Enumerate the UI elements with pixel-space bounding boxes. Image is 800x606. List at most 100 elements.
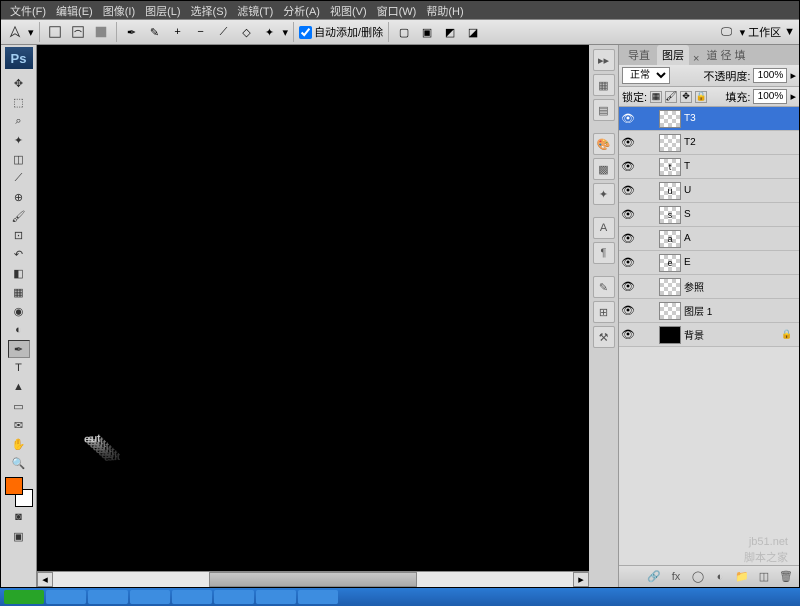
move-tool[interactable]: ✥ bbox=[8, 74, 30, 92]
layer-thumbnail[interactable]: s bbox=[659, 206, 681, 224]
layer-name[interactable]: 图层 1 bbox=[684, 303, 778, 318]
path-exclude-icon[interactable]: ◪ bbox=[463, 22, 483, 42]
styles-panel-icon[interactable]: ✦ bbox=[593, 183, 615, 205]
gradient-tool[interactable]: ▦ bbox=[8, 283, 30, 301]
auto-add-delete-checkbox[interactable]: 自动添加/删除 bbox=[299, 24, 383, 40]
foreground-color-swatch[interactable] bbox=[5, 477, 23, 495]
document-canvas[interactable]: tuse bbox=[37, 45, 589, 571]
type-tool[interactable]: T bbox=[8, 359, 30, 377]
visibility-icon[interactable]: 👁 bbox=[619, 112, 637, 125]
workspace-dropdown[interactable]: 工作区 bbox=[748, 24, 781, 40]
tab-channels-paths[interactable]: 道 径 填 bbox=[701, 45, 750, 65]
scroll-right-icon[interactable]: ▸ bbox=[573, 572, 589, 587]
lock-transparency-icon[interactable]: ▦ bbox=[650, 91, 662, 103]
clone-source-panel-icon[interactable]: ⊞ bbox=[593, 301, 615, 323]
crop-tool[interactable]: ◫ bbox=[8, 150, 30, 168]
layer-row[interactable]: 👁T2 bbox=[619, 131, 799, 155]
fill-pixels-icon[interactable] bbox=[91, 22, 111, 42]
expand-dock-icon[interactable]: ▸▸ bbox=[593, 49, 615, 71]
visibility-icon[interactable]: 👁 bbox=[619, 256, 637, 269]
path-intersect-icon[interactable]: ◩ bbox=[440, 22, 460, 42]
taskbar-item[interactable] bbox=[256, 590, 296, 604]
magic-wand-tool[interactable]: ✦ bbox=[8, 131, 30, 149]
scroll-track[interactable] bbox=[53, 572, 573, 587]
layer-name[interactable]: T3 bbox=[684, 113, 778, 124]
menu-file[interactable]: 文件(F) bbox=[5, 3, 51, 17]
paths-icon[interactable] bbox=[68, 22, 88, 42]
lock-position-icon[interactable]: ✥ bbox=[680, 91, 692, 103]
layer-name[interactable]: 背景 bbox=[684, 327, 778, 342]
layer-row[interactable]: 👁背景🔒 bbox=[619, 323, 799, 347]
blur-tool[interactable]: ◉ bbox=[8, 302, 30, 320]
custom-shape-icon[interactable]: ✦ bbox=[260, 22, 280, 42]
dropdown-arrow-icon[interactable]: ▾ bbox=[740, 26, 746, 39]
start-button[interactable] bbox=[4, 590, 44, 604]
swatches-panel-icon[interactable]: ▩ bbox=[593, 158, 615, 180]
pen-tool[interactable]: ✒ bbox=[8, 340, 30, 358]
paragraph-panel-icon[interactable]: ¶ bbox=[593, 242, 615, 264]
workspace-arrow-icon[interactable]: ▼ bbox=[784, 26, 795, 38]
brush-tool[interactable]: 🖌 bbox=[8, 207, 30, 225]
visibility-icon[interactable]: 👁 bbox=[619, 208, 637, 221]
adjustment-layer-icon[interactable]: ◐ bbox=[711, 569, 729, 585]
layer-row[interactable]: 👁 sS bbox=[619, 203, 799, 227]
dropdown-arrow-icon[interactable]: ▾ bbox=[28, 26, 34, 39]
path-subtract-icon[interactable]: ▣ bbox=[417, 22, 437, 42]
layer-thumbnail[interactable]: u bbox=[659, 182, 681, 200]
screen-mode-tool[interactable]: ▣ bbox=[8, 527, 30, 545]
layer-thumbnail[interactable] bbox=[659, 278, 681, 296]
clone-stamp-tool[interactable]: ⊡ bbox=[8, 226, 30, 244]
layer-name[interactable]: E bbox=[684, 257, 778, 268]
menu-window[interactable]: 窗口(W) bbox=[372, 3, 422, 17]
layer-thumbnail[interactable]: t bbox=[659, 158, 681, 176]
layer-row[interactable]: 👁参照 bbox=[619, 275, 799, 299]
shape-layers-icon[interactable] bbox=[45, 22, 65, 42]
dodge-tool[interactable]: ◐ bbox=[8, 321, 30, 339]
layer-row[interactable]: 👁aA bbox=[619, 227, 799, 251]
layer-name[interactable]: T bbox=[684, 161, 778, 172]
taskbar-item[interactable] bbox=[88, 590, 128, 604]
character-panel-icon[interactable]: A bbox=[593, 217, 615, 239]
layer-row[interactable]: 👁eE bbox=[619, 251, 799, 275]
tab-layers[interactable]: 图层 bbox=[657, 45, 689, 65]
layer-row[interactable]: 👁 tT bbox=[619, 155, 799, 179]
opacity-arrow-icon[interactable]: ▸ bbox=[790, 69, 796, 82]
healing-brush-tool[interactable]: ⊕ bbox=[8, 188, 30, 206]
dropdown-arrow-icon[interactable]: ▾ bbox=[283, 26, 289, 39]
layer-row[interactable]: 👁uU bbox=[619, 179, 799, 203]
visibility-icon[interactable]: 👁 bbox=[619, 160, 637, 173]
layer-name[interactable]: S bbox=[684, 209, 778, 220]
layer-thumbnail[interactable] bbox=[659, 110, 681, 128]
quick-mask-tool[interactable]: ◙ bbox=[8, 508, 30, 526]
visibility-icon[interactable]: 👁 bbox=[619, 280, 637, 293]
color-panel-icon[interactable]: 🎨 bbox=[593, 133, 615, 155]
eyedropper-tool[interactable]: ⟋ bbox=[8, 169, 30, 187]
visibility-icon[interactable]: 👁 bbox=[619, 328, 637, 341]
visibility-icon[interactable]: 👁 bbox=[619, 304, 637, 317]
menu-select[interactable]: 选择(S) bbox=[186, 3, 233, 17]
marquee-tool[interactable]: ⬚ bbox=[8, 93, 30, 111]
visibility-icon[interactable]: 👁 bbox=[619, 136, 637, 149]
opacity-input[interactable] bbox=[753, 68, 787, 83]
view-extras-icon[interactable]: 🖵 bbox=[717, 22, 737, 42]
blend-mode-select[interactable]: 正常 bbox=[622, 67, 670, 84]
path-selection-tool[interactable]: ▲ bbox=[8, 378, 30, 396]
delete-anchor-icon[interactable]: − bbox=[191, 22, 211, 42]
fill-input[interactable] bbox=[753, 89, 787, 104]
visibility-icon[interactable]: 👁 bbox=[619, 184, 637, 197]
layer-thumbnail[interactable] bbox=[659, 134, 681, 152]
zoom-tool[interactable]: 🔍 bbox=[8, 454, 30, 472]
layer-style-icon[interactable]: fx bbox=[667, 569, 685, 585]
histogram-panel-icon[interactable]: ▤ bbox=[593, 99, 615, 121]
tab-close-icon[interactable]: × bbox=[693, 53, 699, 65]
navigator-panel-icon[interactable]: ▦ bbox=[593, 74, 615, 96]
freeform-pen-icon[interactable]: ✎ bbox=[145, 22, 165, 42]
brushes-panel-icon[interactable]: ✎ bbox=[593, 276, 615, 298]
taskbar-item[interactable] bbox=[214, 590, 254, 604]
menu-help[interactable]: 帮助(H) bbox=[421, 3, 468, 17]
notes-tool[interactable]: ✉ bbox=[8, 416, 30, 434]
history-brush-tool[interactable]: ↶ bbox=[8, 245, 30, 263]
menu-filter[interactable]: 滤镜(T) bbox=[232, 3, 278, 17]
path-combine-icon[interactable]: ▢ bbox=[394, 22, 414, 42]
link-layers-icon[interactable]: 🔗 bbox=[645, 569, 663, 585]
